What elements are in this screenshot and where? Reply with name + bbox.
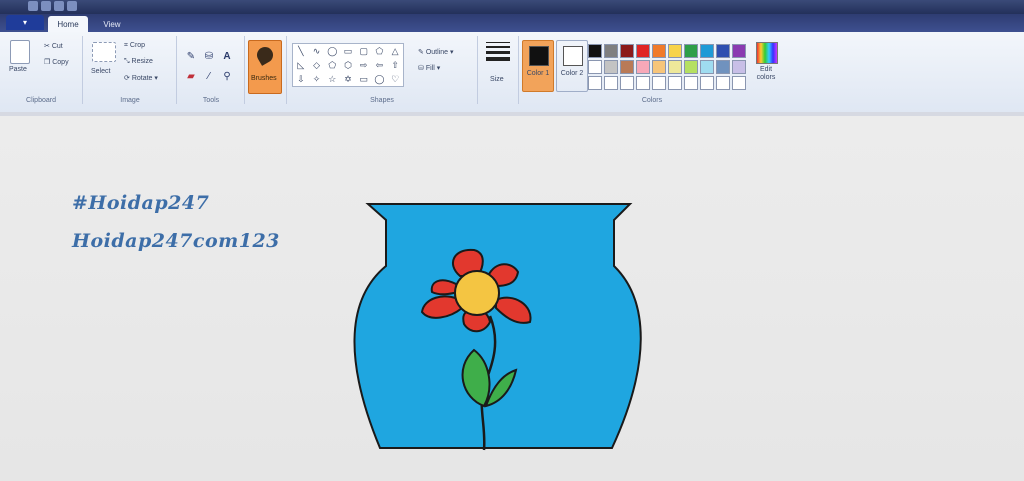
resize-button[interactable]: ⤡ Resize bbox=[124, 58, 153, 66]
flower-center bbox=[454, 270, 500, 316]
curve-shape-icon[interactable]: ∿ bbox=[309, 44, 325, 58]
app-icon bbox=[28, 1, 38, 11]
oval-shape-icon[interactable]: ◯ bbox=[324, 44, 340, 58]
down-arrow-shape-icon[interactable]: ⇩ bbox=[293, 72, 309, 86]
paste-label[interactable]: Paste bbox=[9, 66, 27, 73]
select-icon[interactable] bbox=[92, 42, 116, 62]
triangle-shape-icon[interactable]: △ bbox=[387, 44, 403, 58]
crop-button[interactable]: ⌗ Crop bbox=[124, 42, 145, 50]
oval-callout-shape-icon[interactable]: ◯ bbox=[372, 72, 388, 86]
image-group: Select ⌗ Crop ⤡ Resize ⟳ Rotate ▾ Image bbox=[84, 36, 177, 104]
shapes-group-label: Shapes bbox=[370, 97, 394, 104]
save-icon[interactable] bbox=[41, 1, 51, 11]
canvas-area: #Hoidap247 Hoidap247com123 bbox=[0, 112, 1024, 481]
polygon-shape-icon[interactable]: ⬠ bbox=[372, 44, 388, 58]
pencil-icon[interactable]: ✎ bbox=[184, 50, 198, 62]
thin-line-icon bbox=[486, 42, 510, 43]
fill-bucket-icon[interactable]: ⛁ bbox=[202, 50, 216, 62]
paste-icon[interactable] bbox=[10, 40, 30, 64]
brushes-button[interactable]: Brushes bbox=[248, 40, 282, 94]
size-button[interactable] bbox=[486, 42, 510, 66]
title-bar bbox=[0, 0, 1024, 14]
ribbon-tabs: ▾ Home View bbox=[0, 14, 1024, 32]
image-group-label: Image bbox=[120, 97, 140, 104]
tools-group: ✎ ⛁ A ▰ ⁄ ⚲ Tools bbox=[178, 36, 245, 104]
callout-shape-icon[interactable]: ▭ bbox=[356, 72, 372, 86]
four-star-shape-icon[interactable]: ✧ bbox=[309, 72, 325, 86]
undo-icon[interactable] bbox=[54, 1, 64, 11]
right-triangle-shape-icon[interactable]: ◺ bbox=[293, 58, 309, 72]
brushes-label: Brushes bbox=[251, 75, 277, 82]
file-menu-button[interactable]: ▾ bbox=[6, 15, 44, 30]
ribbon: Paste ✂ Cut ❐ Copy Clipboard Select ⌗ Cr… bbox=[0, 32, 1024, 114]
drawing-canvas[interactable]: #Hoidap247 Hoidap247com123 bbox=[0, 116, 1024, 481]
tab-view[interactable]: View bbox=[92, 16, 132, 32]
eraser-icon[interactable]: ▰ bbox=[184, 70, 198, 82]
tools-group-label: Tools bbox=[202, 97, 220, 104]
size-group: Size bbox=[478, 36, 519, 104]
magnifier-icon[interactable]: ⚲ bbox=[220, 70, 234, 82]
colors-group-label: Colors bbox=[641, 97, 663, 104]
paint-window: ▾ Home View Paste ✂ Cut ❐ Copy Clipboard… bbox=[0, 0, 1024, 481]
clipboard-group-label: Clipboard bbox=[26, 97, 56, 104]
shapes-gallery[interactable]: ╲ ∿ ◯ ▭ ▢ ⬠ △ ◺ ◇ ⬠ ⬡ ⇨ ⇦ ⇧ ⇩ ✧ ☆ ✡ ▭ ◯ … bbox=[292, 43, 404, 87]
rounded-rect-shape-icon[interactable]: ▢ bbox=[356, 44, 372, 58]
vase-drawing bbox=[353, 203, 642, 451]
clipboard-group: Paste ✂ Cut ❐ Copy Clipboard bbox=[0, 36, 83, 104]
medium-line-icon bbox=[486, 46, 510, 48]
rotate-button[interactable]: ⟳ Rotate ▾ bbox=[124, 74, 158, 82]
quick-access-toolbar bbox=[28, 1, 77, 11]
tab-home[interactable]: Home bbox=[48, 16, 88, 32]
heart-shape-icon[interactable]: ♡ bbox=[387, 72, 403, 86]
color-picker-icon[interactable]: ⁄ bbox=[202, 70, 216, 82]
left-arrow-shape-icon[interactable]: ⇦ bbox=[372, 58, 388, 72]
fill-button[interactable]: ⛁ Fill ▾ bbox=[418, 64, 440, 72]
up-arrow-shape-icon[interactable]: ⇧ bbox=[387, 58, 403, 72]
select-label[interactable]: Select bbox=[91, 68, 110, 75]
thickest-line-icon bbox=[486, 57, 510, 61]
redo-icon[interactable] bbox=[67, 1, 77, 11]
pentagon-shape-icon[interactable]: ⬠ bbox=[324, 58, 340, 72]
rectangle-shape-icon[interactable]: ▭ bbox=[340, 44, 356, 58]
vase-shape bbox=[353, 203, 642, 449]
size-label: Size bbox=[490, 76, 504, 83]
brush-icon bbox=[254, 44, 276, 66]
chevron-down-icon: ▾ bbox=[22, 18, 27, 27]
line-shape-icon[interactable]: ╲ bbox=[293, 44, 309, 58]
hexagon-shape-icon[interactable]: ⬡ bbox=[340, 58, 356, 72]
copy-button[interactable]: ❐ Copy bbox=[44, 58, 69, 66]
six-star-shape-icon[interactable]: ✡ bbox=[340, 72, 356, 86]
outline-button[interactable]: ✎ Outline ▾ bbox=[418, 48, 453, 56]
colors-group: Colors bbox=[520, 36, 784, 104]
cut-button[interactable]: ✂ Cut bbox=[44, 42, 63, 50]
text-tool-icon[interactable]: A bbox=[220, 50, 234, 62]
five-star-shape-icon[interactable]: ☆ bbox=[324, 72, 340, 86]
thick-line-icon bbox=[486, 51, 510, 54]
right-arrow-shape-icon[interactable]: ⇨ bbox=[356, 58, 372, 72]
diamond-shape-icon[interactable]: ◇ bbox=[309, 58, 325, 72]
